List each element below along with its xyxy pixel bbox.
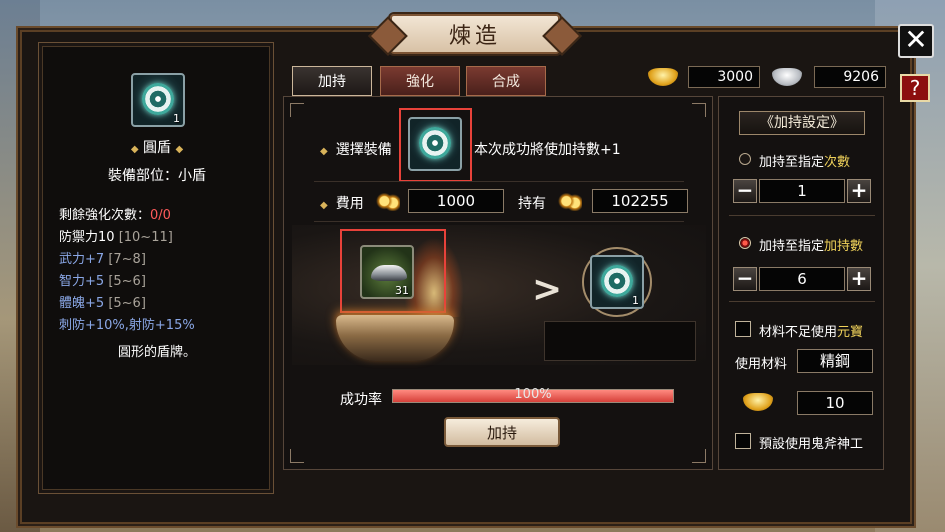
divider	[729, 215, 875, 216]
option-highlight: 元寶	[837, 325, 864, 340]
option-target-level-label: 加持至指定加持數	[759, 235, 863, 254]
option-highlight: 加持數	[824, 239, 864, 254]
target-count-value[interactable]: 1	[759, 179, 845, 203]
increment-level-button[interactable]: +	[847, 267, 871, 291]
remaining-value: 0/0	[150, 208, 171, 223]
enchant-hint: 本次成功將使加持數+1	[474, 142, 621, 158]
shield-graphic	[142, 83, 174, 115]
item-description: 圓形的盾牌。	[117, 345, 196, 360]
diamond-icon: ◆	[320, 146, 328, 157]
shield-graphic	[601, 265, 633, 297]
tab-synthesize[interactable]: 合成	[466, 66, 546, 96]
chevron-left-icon: 《	[760, 115, 774, 131]
constitution-stat: 體魄+5	[59, 296, 105, 311]
tab-enhance[interactable]: 強化	[380, 66, 460, 96]
option-prefix: 材料不足使用	[759, 325, 838, 340]
window-title: 煉造	[390, 14, 560, 54]
default-masterwork-label: 預設使用鬼斧神工	[759, 437, 864, 452]
target-level-value[interactable]: 6	[759, 267, 845, 291]
increment-count-button[interactable]: +	[847, 179, 871, 203]
option-prefix: 加持至指定	[759, 239, 825, 254]
default-masterwork-checkbox[interactable]	[735, 433, 751, 449]
use-ingot-label: 材料不足使用元寶	[759, 321, 863, 340]
corner-ornament	[290, 103, 304, 117]
option-highlight: 次數	[824, 155, 851, 170]
defense-stat: 防禦力10	[59, 230, 115, 245]
option-target-count-label: 加持至指定次數	[759, 151, 850, 170]
selected-equipment-slot[interactable]	[408, 117, 462, 171]
corner-ornament	[692, 449, 706, 463]
diamond-icon: ◆	[175, 144, 184, 155]
steel-graphic	[371, 265, 407, 281]
cauldron-icon	[336, 315, 454, 361]
decrement-count-button[interactable]: −	[733, 179, 757, 203]
select-equipment-row: ◆ 選擇裝備	[320, 139, 392, 159]
material-value[interactable]: 精鋼	[797, 349, 873, 373]
gold-ingot-icon	[743, 393, 773, 411]
item-stats: 剩餘強化次數：0/0 防禦力10 [10~11] 武力+7 [7~8] 智力+5…	[59, 205, 195, 337]
result-shield-icon: 1	[590, 255, 644, 309]
owned-value: 102255	[592, 189, 688, 213]
material-count: 31	[395, 284, 409, 297]
success-rate-bar: 100%	[392, 387, 674, 403]
divider	[314, 181, 684, 182]
decrement-level-button[interactable]: −	[733, 267, 757, 291]
radio-target-count[interactable]	[739, 153, 751, 165]
settings-title-text: 加持設定	[774, 115, 830, 131]
silver-amount: 9206	[814, 66, 886, 88]
item-count: 1	[173, 112, 180, 125]
material-label: 使用材料	[735, 357, 788, 372]
strength-stat: 武力+7	[59, 252, 105, 267]
cost-value: 1000	[408, 189, 504, 213]
settings-title: 《加持設定》	[739, 111, 865, 135]
item-info-panel: 1 ◆ 圓盾 ◆ 裝備部位：小盾 剩餘強化次數：0/0 防禦力10 [10~11…	[38, 42, 274, 494]
corner-ornament	[290, 449, 304, 463]
steel-material-icon[interactable]: 31	[360, 245, 414, 299]
select-equipment-label: 選擇裝備	[335, 142, 392, 158]
radio-target-level[interactable]	[739, 237, 751, 249]
diamond-icon: ◆	[130, 144, 139, 155]
corner-ornament	[692, 103, 706, 117]
intellect-range: [5~6]	[108, 274, 146, 289]
item-name-row: ◆ 圓盾 ◆	[39, 137, 275, 157]
option-prefix: 加持至指定	[759, 155, 825, 170]
diamond-icon: ◆	[320, 200, 328, 211]
divider	[314, 221, 684, 222]
result-count: 1	[632, 294, 639, 307]
round-shield-icon[interactable]: 1	[131, 73, 185, 127]
gold-amount: 3000	[688, 66, 760, 88]
cost-row: ◆ 費用	[320, 193, 364, 213]
defense-bonus-stat: 刺防+10%,射防+15%	[59, 318, 195, 333]
success-rate-label: 成功率	[340, 392, 382, 408]
help-button[interactable]: ?	[900, 74, 930, 102]
strength-range: [7~8]	[108, 252, 146, 267]
arrow-right-icon: >	[532, 269, 563, 310]
intellect-stat: 智力+5	[59, 274, 105, 289]
coin-icon	[558, 193, 582, 211]
tab-enchant[interactable]: 加持	[292, 66, 372, 102]
use-ingot-checkbox[interactable]	[735, 321, 751, 337]
item-slot: 裝備部位：小盾	[108, 168, 206, 184]
chevron-right-icon: 》	[830, 115, 844, 131]
item-name: 圓盾	[143, 140, 171, 156]
remaining-label: 剩餘強化次數：	[59, 208, 151, 223]
cost-label: 費用	[335, 196, 364, 212]
result-slot[interactable]: 1	[582, 247, 652, 317]
shield-graphic	[419, 127, 451, 159]
enchant-button[interactable]: 加持	[444, 417, 560, 447]
enchant-panel: ◆ 選擇裝備 本次成功將使加持數+1 ◆ 費用 1000 持有 102255 31 …	[283, 96, 713, 470]
constitution-range: [5~6]	[108, 296, 146, 311]
coin-icon	[376, 193, 400, 211]
enchant-settings-panel: 《加持設定》 加持至指定次數 − 1 + 加持至指定加持數 − 6 + 材料不足…	[718, 96, 884, 470]
success-rate-text: 100%	[514, 387, 552, 402]
owned-label: 持有	[518, 196, 546, 212]
divider	[729, 301, 875, 302]
result-info-box	[544, 321, 696, 361]
close-button[interactable]: ✕	[898, 24, 934, 58]
defense-range: [10~11]	[118, 230, 173, 245]
ingot-amount: 10	[797, 391, 873, 415]
